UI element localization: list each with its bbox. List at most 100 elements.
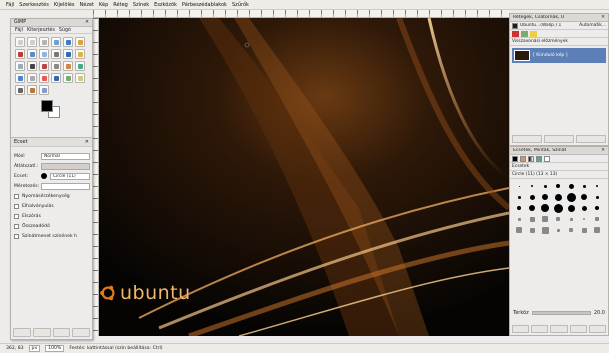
brush-item[interactable] [565, 181, 577, 191]
zoom-select[interactable]: 100% [45, 345, 65, 352]
tool-button[interactable] [27, 37, 37, 47]
palettes-tab-icon[interactable] [536, 155, 542, 162]
tool-button[interactable] [15, 37, 25, 47]
brush-item[interactable] [552, 181, 564, 191]
tool-button[interactable] [27, 61, 37, 71]
option-checkbox[interactable]: Nyomásérzékenység [14, 191, 90, 201]
tool-button[interactable] [27, 85, 37, 95]
brush-item[interactable] [552, 192, 564, 202]
checkbox-box[interactable] [14, 223, 19, 229]
brush-item[interactable] [565, 203, 577, 213]
close-icon[interactable]: ✕ [85, 139, 89, 145]
auto-button[interactable]: Automatik... [579, 23, 606, 28]
brushes-dock-titlebar[interactable]: Ecsetek, Minták, Színát ✕ [510, 147, 608, 155]
checkbox-box[interactable] [14, 193, 19, 199]
image-select[interactable]: Ubuntu...(Wallp.) 1 [520, 23, 577, 28]
brush-preview-icon[interactable] [41, 173, 47, 179]
brush-item[interactable] [539, 181, 551, 191]
brush-item[interactable] [591, 203, 603, 213]
toolbox-menu-item[interactable]: Súgó [59, 28, 71, 33]
brush-item[interactable] [552, 203, 564, 213]
spacing-value[interactable]: 20.0 [594, 310, 605, 316]
tool-button[interactable] [51, 61, 61, 71]
opacity-slider[interactable] [41, 162, 90, 170]
tool-button[interactable] [51, 73, 61, 83]
save-options-button[interactable] [13, 328, 31, 337]
foreground-color-swatch[interactable] [41, 100, 53, 112]
gradients-tab-icon[interactable] [528, 155, 534, 162]
channels-tab-icon[interactable] [521, 30, 528, 37]
brush-item[interactable] [565, 192, 577, 202]
tool-button[interactable] [39, 73, 49, 83]
menu-item[interactable]: Színek [133, 2, 149, 8]
brush-item[interactable] [578, 192, 590, 202]
brush-item[interactable] [539, 214, 551, 224]
menu-item[interactable]: Fájl [6, 2, 14, 8]
tool-button[interactable] [39, 49, 49, 59]
scale-slider[interactable] [41, 182, 90, 190]
tool-button[interactable] [63, 61, 73, 71]
brushes-tab-icon[interactable] [512, 155, 518, 162]
fonts-tab-icon[interactable] [544, 155, 550, 162]
brush-item[interactable] [513, 181, 525, 191]
menu-item[interactable]: Réteg [113, 2, 128, 8]
brush-item[interactable] [578, 181, 590, 191]
mode-select[interactable]: Normál [41, 152, 90, 160]
tool-button[interactable] [63, 49, 73, 59]
brush-item[interactable] [552, 214, 564, 224]
option-checkbox[interactable]: Elszórás [14, 211, 90, 221]
toolbox-menu-item[interactable]: Kiterjesztés [27, 28, 55, 33]
restore-options-button[interactable] [32, 328, 51, 337]
tool-button[interactable] [63, 37, 73, 47]
layers-tab-icon[interactable] [512, 30, 519, 37]
brush-item[interactable] [591, 192, 603, 202]
brush-item[interactable] [539, 225, 551, 235]
brush-select[interactable]: Circle (11) [50, 172, 90, 180]
brush-item[interactable] [526, 225, 538, 235]
delete-brush-button[interactable] [569, 325, 587, 333]
option-checkbox[interactable]: Színátmenet színének h [14, 231, 90, 241]
brush-item[interactable] [591, 214, 603, 224]
brush-item[interactable] [513, 214, 525, 224]
brush-item[interactable] [591, 181, 603, 191]
tool-button[interactable] [51, 37, 61, 47]
clear-history-button[interactable] [576, 135, 606, 143]
brush-item[interactable] [513, 192, 525, 202]
tool-button[interactable] [51, 49, 61, 59]
tool-button[interactable] [75, 61, 85, 71]
tool-button[interactable] [15, 85, 25, 95]
close-icon[interactable]: ✕ [601, 15, 605, 20]
horizontal-ruler[interactable] [93, 10, 509, 18]
brush-item[interactable] [526, 214, 538, 224]
checkbox-box[interactable] [14, 233, 19, 239]
brush-item[interactable] [526, 203, 538, 213]
menu-item[interactable]: Szűrők [232, 2, 249, 8]
brush-item[interactable] [526, 192, 538, 202]
tool-button[interactable] [75, 73, 85, 83]
spacing-slider[interactable] [531, 311, 591, 315]
brush-item[interactable] [539, 192, 551, 202]
tool-button[interactable] [15, 61, 25, 71]
option-checkbox[interactable]: Összeadódó [14, 221, 90, 231]
brush-item[interactable] [513, 203, 525, 213]
close-icon[interactable]: ✕ [85, 20, 89, 25]
menu-item[interactable]: Kijelölés [54, 2, 75, 8]
tool-button[interactable] [39, 37, 49, 47]
reset-options-button[interactable] [72, 328, 90, 337]
tool-button[interactable] [63, 73, 73, 83]
unit-select[interactable]: px [28, 345, 41, 352]
checkbox-box[interactable] [14, 203, 19, 209]
menu-item[interactable]: Nézet [80, 2, 94, 8]
brush-item[interactable] [526, 181, 538, 191]
brush-item[interactable] [578, 225, 590, 235]
menu-item[interactable]: Eszközök [154, 2, 177, 8]
history-item[interactable]: [ Kiinduló kép ] [512, 48, 606, 63]
brush-item[interactable] [513, 225, 525, 235]
brush-item[interactable] [552, 225, 564, 235]
brush-item[interactable] [565, 214, 577, 224]
new-brush-button[interactable] [531, 325, 549, 333]
redo-button[interactable] [544, 135, 574, 143]
checkbox-box[interactable] [14, 213, 19, 219]
toolbox-menu-item[interactable]: Fájl [15, 28, 23, 33]
refresh-brushes-button[interactable] [588, 325, 607, 333]
